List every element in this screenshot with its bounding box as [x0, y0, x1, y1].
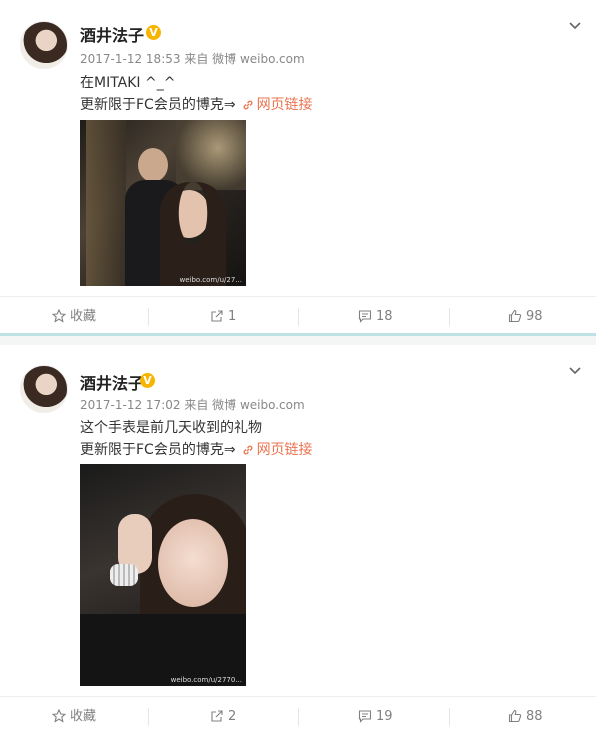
divider — [449, 308, 450, 326]
action-bar: 收藏 2 19 88 — [0, 696, 596, 737]
like-count: 88 — [526, 709, 543, 724]
username[interactable]: 酒井法子 — [80, 22, 144, 46]
like-count: 98 — [526, 309, 543, 324]
like-button[interactable]: 88 — [508, 697, 543, 737]
favorite-label: 收藏 — [70, 709, 97, 724]
divider — [148, 308, 149, 326]
comment-icon — [358, 310, 372, 323]
chevron-down-icon[interactable] — [568, 19, 582, 33]
weibo-post-1: 酒井法子 V 2017-1-12 18:53 来自 微博 weibo.com 在… — [0, 0, 596, 333]
divider — [449, 708, 450, 726]
repost-icon — [211, 710, 223, 722]
star-icon — [51, 308, 67, 323]
favorite-label: 收藏 — [70, 309, 97, 324]
repost-icon — [211, 310, 223, 322]
photo-person-head — [138, 148, 168, 182]
verified-badge: V — [140, 373, 155, 388]
post-text: 这个手表是前几天收到的礼物 — [80, 420, 262, 436]
web-link[interactable]: 网页链接 — [257, 97, 313, 113]
star-icon — [51, 708, 67, 723]
comment-icon — [358, 710, 372, 723]
weibo-post-2: 酒井法子 V 2017-1-12 17:02 来自 微博 weibo.com 这… — [0, 345, 596, 735]
link-icon — [243, 445, 253, 455]
repost-button[interactable]: 1 — [210, 297, 236, 337]
action-bar: 收藏 1 18 98 — [0, 296, 596, 337]
post-link-line: 更新限于FC会员的博克⇒ 网页链接 — [80, 439, 313, 459]
chevron-down-icon[interactable] — [568, 364, 582, 378]
post-link-line: 更新限于FC会员的博克⇒ 网页链接 — [80, 94, 313, 114]
link-icon — [243, 100, 253, 110]
avatar[interactable] — [20, 365, 68, 413]
thumbs-up-icon — [508, 709, 522, 723]
photo-background-light — [176, 120, 246, 190]
thumbs-up-icon — [508, 309, 522, 323]
repost-count: 1 — [228, 309, 237, 324]
web-link[interactable]: 网页链接 — [257, 442, 313, 458]
repost-count: 2 — [228, 709, 237, 724]
post-separator — [0, 333, 596, 345]
divider — [298, 308, 299, 326]
divider — [148, 708, 149, 726]
comment-button[interactable]: 19 — [358, 697, 393, 737]
post-photo[interactable]: weibo.com/u/27... — [80, 120, 246, 286]
post-photo[interactable]: weibo.com/u/2770... — [80, 464, 246, 686]
photo-watermark: weibo.com/u/2770... — [170, 676, 242, 684]
photo-watermark: weibo.com/u/27... — [179, 276, 243, 284]
photo-background-wall — [86, 120, 126, 286]
comment-button[interactable]: 18 — [358, 297, 393, 337]
comment-count: 19 — [376, 709, 393, 724]
post-text: 在MITAKI ^_^ — [80, 75, 176, 91]
favorite-button[interactable]: 收藏 — [51, 697, 97, 737]
photo-person-face — [158, 519, 228, 607]
repost-button[interactable]: 2 — [210, 697, 236, 737]
username[interactable]: 酒井法子 — [80, 370, 144, 394]
photo-watch — [110, 564, 138, 586]
photo-person-hair — [160, 182, 226, 286]
avatar[interactable] — [20, 21, 68, 69]
like-button[interactable]: 98 — [508, 297, 543, 337]
favorite-button[interactable]: 收藏 — [51, 297, 97, 337]
verified-badge: V — [146, 25, 161, 40]
comment-count: 18 — [376, 309, 393, 324]
divider — [298, 708, 299, 726]
link-prefix-text: 更新限于FC会员的博克⇒ — [80, 97, 236, 113]
link-prefix-text: 更新限于FC会员的博克⇒ — [80, 442, 236, 458]
post-meta: 2017-1-12 17:02 来自 微博 weibo.com — [80, 398, 305, 412]
post-meta: 2017-1-12 18:53 来自 微博 weibo.com — [80, 52, 305, 66]
